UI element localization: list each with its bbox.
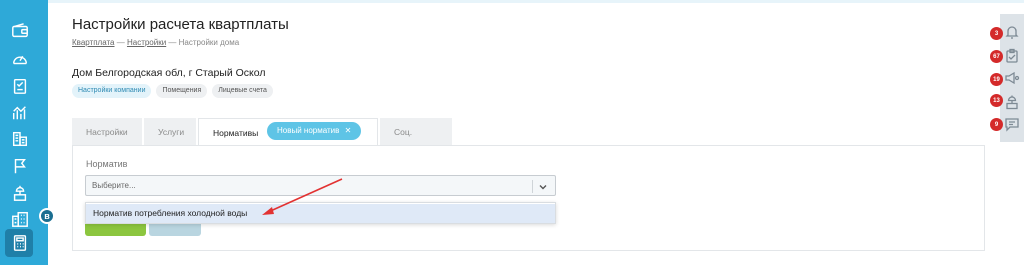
left-sidebar: в [0,0,55,265]
chip-accounts[interactable]: Лицевые счета [212,84,273,98]
chart-icon[interactable] [10,103,30,123]
tab-norms-label: Нормативы [213,128,259,138]
buildings-icon[interactable] [10,129,30,149]
tab-settings[interactable]: Настройки [72,118,142,146]
page-title: Настройки расчета квартплаты [72,16,289,33]
chevron-down-icon[interactable] [537,180,549,192]
announcements-badge: 19 [990,73,1003,86]
worker-icon[interactable] [10,183,30,203]
gauge-icon[interactable] [10,49,30,69]
calculator-icon[interactable] [10,233,30,253]
wallet-icon[interactable] [10,21,30,41]
breadcrumb: Квартплата — Настройки — Настройки дома [72,38,239,47]
field-label: Норматив [86,159,128,169]
notification-badge: 3 [990,27,1003,40]
workers-badge: 13 [990,94,1003,107]
sidebar-badge: в [39,208,55,224]
tasks-badge: 67 [990,50,1003,63]
breadcrumb-separator: — [166,38,179,47]
norm-select[interactable]: Выберите... [85,175,556,196]
cancel-button[interactable] [149,224,201,236]
chip-group: Настройки компании Помещения Лицевые сче… [72,84,273,98]
chip-company-settings[interactable]: Настройки компании [72,84,152,98]
bell-icon[interactable] [1004,24,1020,40]
norm-dropdown: Норматив потребления холодной воды [85,202,556,224]
breadcrumb-current: Настройки дома [178,38,240,47]
flag-icon[interactable] [10,156,30,176]
breadcrumb-separator: — [114,38,127,47]
select-divider [532,180,533,193]
breadcrumb-link-settings[interactable]: Настройки [127,38,166,47]
add-button[interactable] [85,224,146,236]
messages-badge: 9 [990,118,1003,131]
megaphone-icon[interactable] [1004,70,1020,86]
select-placeholder: Выберите... [92,181,136,190]
clipboard-icon[interactable] [1004,48,1020,64]
checklist-icon[interactable] [10,76,30,96]
house-name: Дом Белгородская обл, г Старый Оскол [72,67,266,79]
chip-premises[interactable]: Помещения [156,84,208,98]
tab-bar: Настройки Услуги Нормативы Соц. нормы [72,118,454,165]
breadcrumb-link-kvartplata[interactable]: Квартплата [72,38,115,47]
new-norm-pill[interactable]: Новый норматив ✕ [267,122,362,140]
worker-icon[interactable] [1004,94,1020,110]
chat-icon[interactable] [1004,116,1020,132]
close-icon[interactable]: ✕ [345,126,352,135]
new-norm-pill-label: Новый норматив [277,126,340,135]
city-icon[interactable] [10,209,30,229]
tab-services[interactable]: Услуги [144,118,196,146]
norms-panel [72,145,985,251]
tab-social-norms[interactable]: Соц. нормы [380,118,452,165]
top-accent-line [48,0,1024,3]
dropdown-option[interactable]: Норматив потребления холодной воды [86,204,555,223]
